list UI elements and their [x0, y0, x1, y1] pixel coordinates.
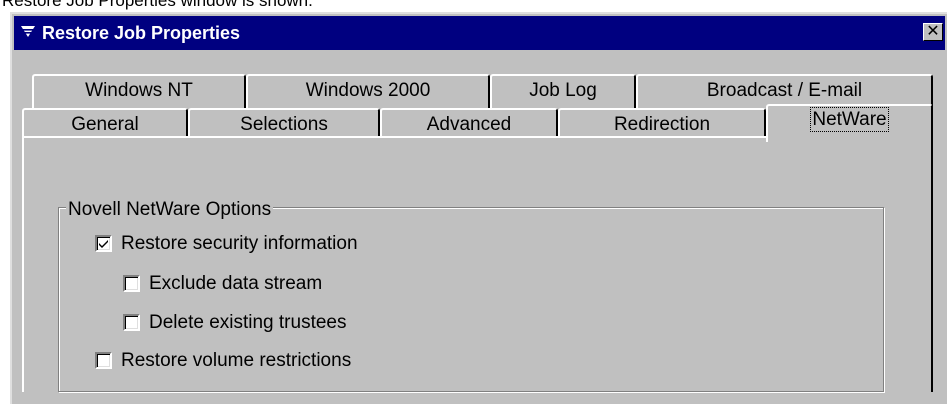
option-label: Restore security information	[121, 233, 358, 254]
tab-windows-2000[interactable]: Windows 2000	[246, 74, 490, 108]
checkbox-box[interactable]	[95, 235, 112, 252]
tab-job-log[interactable]: Job Log	[490, 74, 636, 108]
close-icon: ✕	[926, 23, 940, 40]
tab-windows-nt[interactable]: Windows NT	[32, 74, 246, 108]
option-label: Delete existing trustees	[149, 312, 347, 333]
tab-broadcast-email[interactable]: Broadcast / E-mail	[636, 74, 933, 108]
tab-netware[interactable]: NetWare	[766, 104, 933, 142]
close-button[interactable]: ✕	[923, 23, 943, 41]
checkbox-box[interactable]	[123, 314, 140, 331]
top-caption-strip: Restore Job Properties window is shown.	[0, 0, 947, 12]
title-bar: Restore Job Properties ✕	[14, 16, 945, 50]
caption-text: Restore Job Properties window is shown.	[2, 0, 313, 10]
group-title: Novell NetWare Options	[66, 199, 274, 221]
checkbox-box[interactable]	[123, 275, 140, 292]
window-title: Restore Job Properties	[42, 23, 241, 43]
option-label: Exclude data stream	[149, 273, 323, 294]
option-label: Restore volume restrictions	[121, 350, 352, 371]
checkmark-icon	[99, 240, 108, 248]
checkbox-box[interactable]	[95, 352, 112, 369]
menu-icon[interactable]	[20, 24, 36, 40]
